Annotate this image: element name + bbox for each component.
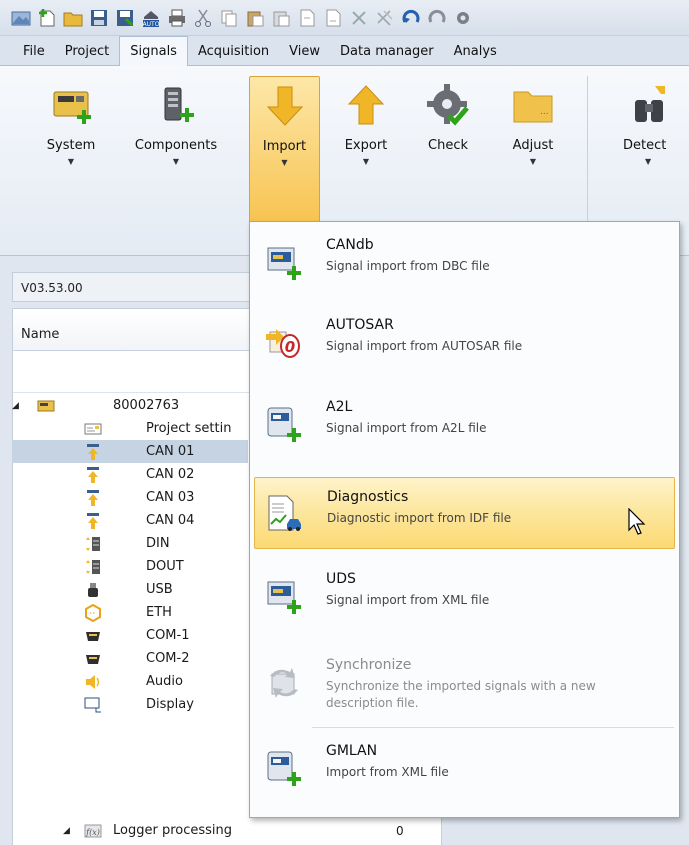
- open-folder-icon[interactable]: [62, 7, 83, 28]
- can-icon: [84, 489, 102, 507]
- com-icon: [84, 650, 102, 668]
- quick-access-toolbar: AUTO: [0, 0, 689, 36]
- delete-icon[interactable]: [348, 7, 369, 28]
- diagnostics-icon: [265, 494, 305, 534]
- paste-icon[interactable]: [244, 7, 265, 28]
- a2l-import-icon: [264, 404, 304, 444]
- collapse-arrow-icon[interactable]: ◢: [12, 401, 19, 411]
- cut-icon[interactable]: [192, 7, 213, 28]
- export-file-icon[interactable]: [322, 7, 343, 28]
- tab-file[interactable]: File: [13, 37, 55, 65]
- svg-text:...: ...: [540, 107, 549, 117]
- system-button[interactable]: System ▼: [36, 76, 106, 186]
- tab-view[interactable]: View: [279, 37, 330, 65]
- delete-all-icon[interactable]: [374, 7, 395, 28]
- tab-analysis[interactable]: Analys: [444, 37, 507, 65]
- save-icon[interactable]: [88, 7, 109, 28]
- export-arrow-icon: [342, 76, 390, 128]
- gmlan-import-icon: [264, 748, 304, 788]
- settings-card-icon: [84, 420, 102, 438]
- svg-text:f(x): f(x): [85, 828, 100, 837]
- save-as-icon[interactable]: [114, 7, 135, 28]
- svg-text:AUTO: AUTO: [142, 21, 159, 28]
- tab-project[interactable]: Project: [55, 37, 119, 65]
- tab-acquisition[interactable]: Acquisition: [188, 37, 279, 65]
- din-icon: [84, 535, 102, 553]
- adjust-button[interactable]: ... Adjust ▼: [500, 76, 566, 186]
- adjust-folder-icon: ...: [509, 76, 557, 128]
- new-file-icon[interactable]: [36, 7, 57, 28]
- can-icon: [84, 512, 102, 530]
- tab-signals[interactable]: Signals: [119, 36, 188, 66]
- usb-icon: [84, 581, 102, 599]
- settings-gear-icon[interactable]: [452, 7, 473, 28]
- check-gear-icon: [424, 76, 472, 128]
- export-button[interactable]: Export ▼: [336, 76, 396, 186]
- synchronize-icon: [264, 662, 304, 702]
- tab-data-manager[interactable]: Data manager: [330, 37, 444, 65]
- print-icon[interactable]: [166, 7, 187, 28]
- menu-item-gmlan[interactable]: GMLAN Import from XML file: [254, 732, 675, 804]
- can-icon: [84, 466, 102, 484]
- can-icon: [84, 443, 102, 461]
- display-icon: [84, 696, 102, 714]
- check-button[interactable]: Check: [418, 76, 478, 186]
- menu-item-autosar[interactable]: 0 AUTOSAR Signal import from AUTOSAR fil…: [254, 306, 675, 378]
- menu-item-uds[interactable]: UDS Signal import from XML file: [254, 560, 675, 632]
- auto-save-icon[interactable]: AUTO: [140, 7, 161, 28]
- dout-icon: [84, 558, 102, 576]
- ribbon-tab-bar: File Project Signals Acquisition View Da…: [0, 36, 689, 66]
- audio-icon: [84, 673, 102, 691]
- mouse-pointer-icon: [628, 508, 646, 535]
- import-dropdown-menu: CANdb Signal import from DBC file 0 AUTO…: [249, 221, 680, 818]
- menu-separator: [312, 727, 674, 728]
- svg-text:0: 0: [285, 338, 295, 356]
- components-button[interactable]: Components ▼: [122, 76, 230, 186]
- components-icon: [152, 76, 200, 128]
- app-icon[interactable]: [10, 7, 31, 28]
- com-icon: [84, 627, 102, 645]
- eth-icon: [84, 603, 102, 622]
- menu-item-synchronize[interactable]: Synchronize Synchronize the imported sig…: [254, 646, 675, 724]
- import-button[interactable]: Import ▼: [249, 76, 320, 230]
- import-file-icon[interactable]: [296, 7, 317, 28]
- import-arrow-icon: [261, 77, 309, 129]
- menu-item-candb[interactable]: CANdb Signal import from DBC file: [254, 226, 675, 298]
- binoculars-icon: [613, 76, 673, 128]
- function-icon: f(x): [84, 822, 102, 840]
- menu-item-a2l[interactable]: A2L Signal import from A2L file: [254, 388, 675, 460]
- paste-special-icon[interactable]: [270, 7, 291, 28]
- uds-import-icon: [264, 576, 304, 616]
- autosar-icon: 0: [264, 322, 304, 362]
- copy-icon[interactable]: [218, 7, 239, 28]
- redo-icon[interactable]: [426, 7, 447, 28]
- tree-row-selected[interactable]: CAN 01: [12, 440, 248, 463]
- device-icon: [37, 397, 55, 415]
- ribbon-separator: [587, 76, 588, 224]
- tree-row[interactable]: ◢ f(x) Logger processing 0: [0, 819, 430, 842]
- dbc-import-icon: [264, 242, 304, 282]
- collapse-arrow-icon[interactable]: ◢: [63, 826, 70, 836]
- menu-item-diagnostics[interactable]: Diagnostics Diagnostic import from IDF f…: [254, 477, 675, 549]
- undo-icon[interactable]: [400, 7, 421, 28]
- system-icon: [47, 76, 95, 128]
- detect-button[interactable]: Detect ▼: [613, 76, 689, 186]
